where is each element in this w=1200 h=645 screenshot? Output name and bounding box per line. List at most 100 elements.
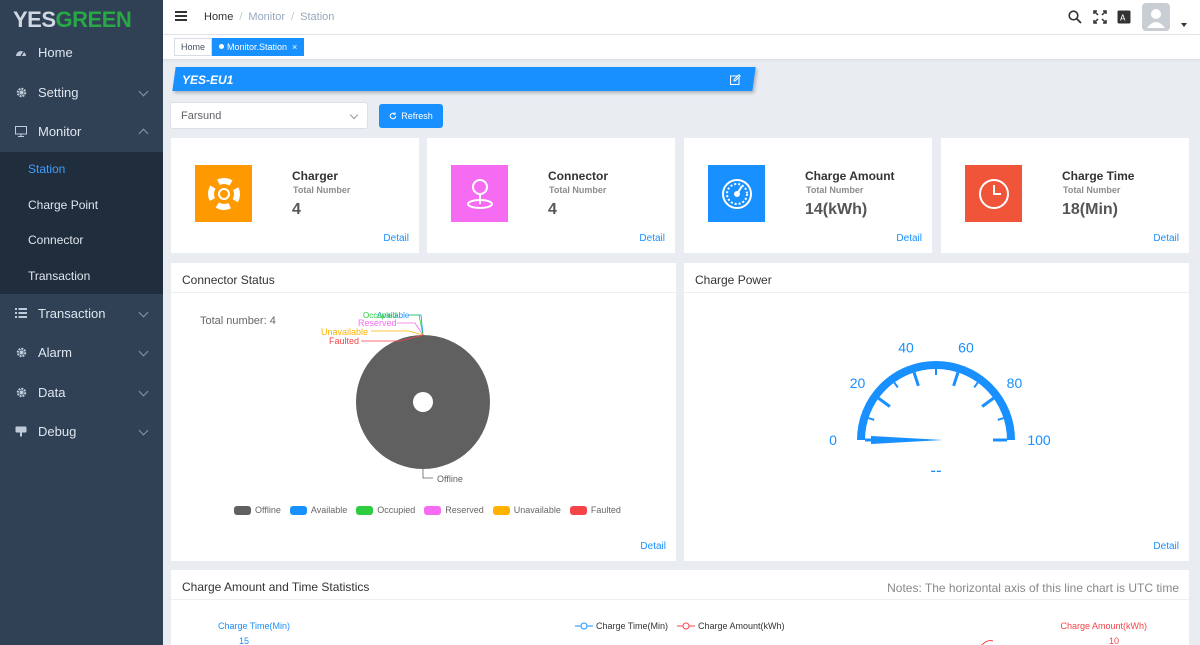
detail-link[interactable]: Detail — [640, 541, 666, 552]
pie-label-faulted: Faulted — [329, 336, 359, 346]
chevron-down-icon — [138, 346, 149, 357]
breadcrumb-monitor: Monitor — [248, 11, 286, 23]
fullscreen-icon[interactable] — [1093, 10, 1107, 24]
detail-link[interactable]: Detail — [383, 233, 409, 244]
gauge-tick — [944, 370, 945, 376]
gauge-tick — [973, 381, 979, 389]
sidebar-item-debug[interactable]: Debug — [0, 412, 163, 452]
tag-monitor-station[interactable]: Monitor.Station × — [212, 38, 305, 56]
sidebar-item-label: Home — [38, 45, 73, 61]
top-header: Home / Monitor / Station A — [163, 0, 1200, 35]
sidebar-item-home[interactable]: Home — [0, 33, 163, 73]
gauge-tick — [918, 371, 919, 377]
stat-value: 4 — [548, 201, 557, 218]
sidebar-item-label: Transaction — [38, 305, 106, 321]
gauge-tick — [1000, 427, 1006, 428]
sidebar-item-monitor[interactable]: Monitor — [0, 112, 163, 152]
gauge-tick — [910, 374, 912, 380]
gauge-tick — [876, 402, 881, 405]
detail-link[interactable]: Detail — [639, 233, 665, 244]
station-select[interactable]: Farsund — [170, 102, 368, 129]
detail-link[interactable]: Detail — [1153, 541, 1179, 552]
logo-part2: GREEN — [55, 7, 132, 32]
gauge-tick-label: 40 — [898, 340, 914, 356]
gauge-needle — [871, 436, 943, 444]
station-banner — [172, 67, 756, 91]
tag-label: Monitor.Station — [227, 42, 288, 52]
sidebar-item-setting[interactable]: Setting — [0, 73, 163, 113]
gauge-tick — [1000, 431, 1006, 432]
legend-item-unavailable[interactable]: Unavailable — [492, 505, 561, 515]
breadcrumb-home[interactable]: Home — [204, 11, 233, 23]
stat-subtitle: Total Number — [549, 185, 607, 195]
pie-total-text: Total number: 4 — [200, 315, 276, 327]
gauge-tick — [996, 414, 1002, 416]
debug-icon — [14, 425, 28, 439]
search-icon[interactable] — [1068, 10, 1082, 24]
gauge-tick — [891, 385, 895, 390]
gauge-value: -- — [930, 461, 941, 480]
sidebar-subitem-station[interactable]: Station — [0, 152, 163, 188]
caret-down-icon[interactable] — [1181, 23, 1187, 27]
chart-note: Notes: The horizontal axis of this line … — [887, 581, 1179, 595]
sidebar-item-alarm[interactable]: Alarm — [0, 333, 163, 373]
sidebar-item-label: Debug — [38, 424, 77, 440]
edit-icon[interactable] — [730, 73, 741, 85]
detail-link[interactable]: Detail — [1153, 233, 1179, 244]
stat-card-charge-time: Charge Time Total Number 18(Min) Detail — [941, 138, 1189, 253]
detail-link[interactable]: Detail — [896, 233, 922, 244]
language-icon[interactable]: A — [1117, 10, 1131, 24]
sidebar-item-transaction[interactable]: Transaction — [0, 294, 163, 334]
gauge-tick — [971, 380, 974, 385]
gauge-icon — [708, 165, 765, 222]
gauge-tick — [870, 414, 876, 416]
gauge-tick-label: 80 — [1007, 375, 1023, 391]
sidebar-item-data[interactable]: Data — [0, 373, 163, 413]
legend-item-offline[interactable]: Offline — [234, 505, 281, 515]
legend-item-faulted[interactable]: Faulted — [569, 505, 621, 515]
chevron-down-icon — [349, 110, 359, 120]
refresh-button[interactable]: Refresh — [379, 104, 443, 128]
breadcrumb: Home / Monitor / Station — [204, 11, 335, 23]
gear-icon — [14, 346, 28, 360]
gauge-tick — [952, 372, 960, 387]
right-axis-tick: 10 — [1108, 636, 1119, 645]
tag-home[interactable]: Home — [174, 38, 213, 56]
chevron-down-icon — [138, 86, 149, 96]
sidebar-item-label: Monitor — [38, 124, 82, 140]
gauge-tick — [884, 391, 888, 395]
legend-charge-amount[interactable]: Charge Amount(kWh) — [677, 621, 785, 631]
tags-view: Home Monitor.Station × — [163, 35, 1200, 59]
stat-value: 18(Min) — [1062, 201, 1118, 218]
gauge-tick — [995, 410, 1000, 413]
left-axis-label: Charge Time(Min) — [218, 621, 291, 631]
legend-item-reserved[interactable]: Reserved — [424, 505, 484, 515]
close-icon[interactable]: × — [292, 42, 297, 52]
sidebar-subitem-connector[interactable]: Connector — [0, 223, 163, 259]
gear-icon — [14, 385, 28, 399]
gauge-tick — [981, 397, 995, 408]
legend-item-occupied[interactable]: Occupied — [356, 505, 415, 515]
right-axis-label: Charge Amount(kWh) — [1060, 621, 1147, 631]
lifebuoy-icon — [195, 165, 252, 222]
charge-power-panel: Charge Power 0 20 40 60 80 100 -- Detail — [684, 263, 1189, 561]
app-logo[interactable]: YESGREEN — [0, 0, 163, 33]
sidebar-subitem-charge-point[interactable]: Charge Point — [0, 187, 163, 223]
stat-value: 14(kWh) — [805, 201, 868, 218]
gauge-tick — [977, 385, 981, 390]
gauge-tick — [991, 402, 996, 405]
pie-legend: Offline Available Occupied Reserved Unav… — [234, 505, 621, 515]
gauge-tick — [960, 374, 962, 380]
stat-title: Charge Time — [1062, 169, 1135, 183]
map-pin-icon — [451, 165, 508, 222]
sidebar-subitem-transaction[interactable]: Transaction — [0, 258, 163, 294]
gauge-tick — [898, 380, 901, 385]
gear-icon — [14, 85, 28, 99]
menu-toggle-icon[interactable] — [175, 11, 187, 23]
legend-item-available[interactable]: Available — [289, 505, 347, 515]
gauge-tick — [906, 376, 909, 381]
user-avatar[interactable] — [1142, 3, 1170, 31]
sidebar: YESGREEN Home Setting Monitor Station Ch… — [0, 0, 163, 645]
gauge-tick-label: 0 — [829, 432, 837, 448]
legend-charge-time[interactable]: Charge Time(Min) — [575, 621, 668, 631]
